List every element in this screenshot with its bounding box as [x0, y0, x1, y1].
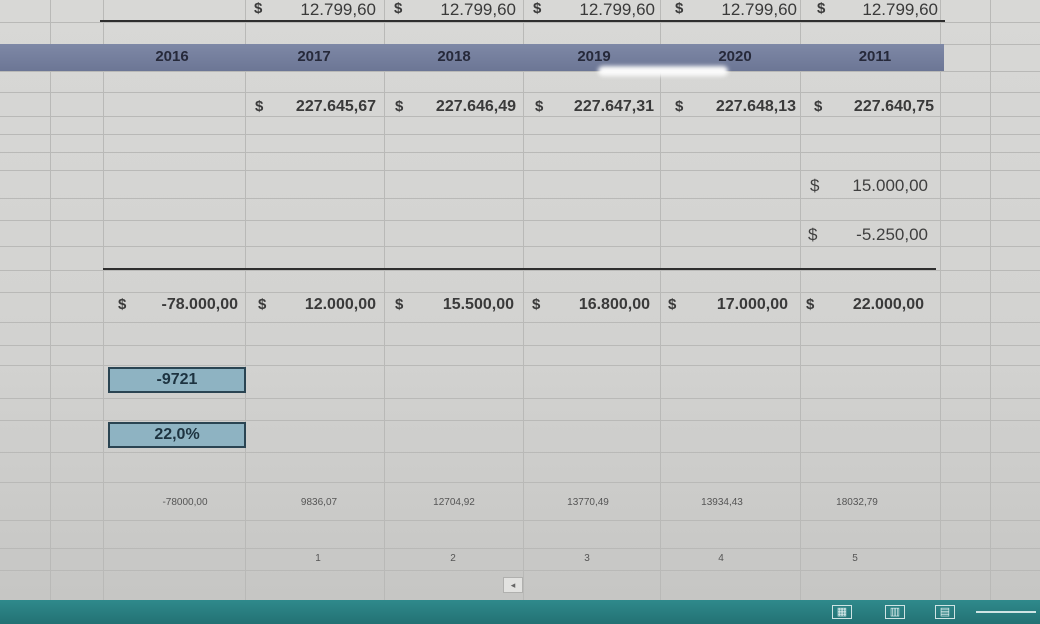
discounted-value[interactable]: 9836,07 [274, 497, 364, 508]
currency-symbol: $ [668, 296, 677, 313]
page-layout-icon[interactable]: ▥ [885, 605, 905, 619]
spreadsheet-grid[interactable]: $ 12.799,60 $ 12.799,60 $ 12.799,60 $ 12… [0, 0, 1040, 600]
cashflow-value[interactable]: 22.000,00 [820, 296, 924, 314]
scroll-left-icon: ◂ [510, 580, 516, 590]
irr-result-cell[interactable]: 22,0% [108, 422, 246, 448]
grid-view-icon[interactable]: ▦ [832, 605, 852, 619]
year-header-2016[interactable]: 2016 [132, 48, 212, 65]
period-number[interactable]: 5 [835, 553, 875, 564]
currency-symbol: $ [394, 0, 403, 17]
discounted-value[interactable]: 13770,49 [543, 497, 633, 508]
period-number[interactable]: 4 [701, 553, 741, 564]
currency-symbol: $ [254, 0, 263, 17]
screen-glare [598, 66, 728, 76]
currency-symbol: $ [395, 296, 404, 313]
year-header-2020[interactable]: 2020 [695, 48, 775, 65]
top-row-value[interactable]: 12.799,60 [268, 0, 376, 20]
cashflow-value[interactable]: 12.000,00 [272, 296, 376, 314]
cashflow-value[interactable]: -78.000,00 [134, 296, 238, 314]
currency-symbol: $ [817, 0, 826, 17]
currency-symbol: $ [675, 98, 684, 115]
currency-symbol: $ [258, 296, 267, 313]
currency-symbol: $ [810, 176, 820, 195]
top-row-value[interactable]: 12.799,60 [408, 0, 516, 20]
total-value[interactable]: 227.645,67 [270, 98, 376, 116]
currency-symbol: $ [675, 0, 684, 17]
year-header-2019[interactable]: 2019 [554, 48, 634, 65]
cashflow-value[interactable]: 17.000,00 [682, 296, 788, 314]
discounted-value[interactable]: 12704,92 [409, 497, 499, 508]
total-value[interactable]: 227.648,13 [688, 98, 796, 116]
total-value[interactable]: 227.640,75 [828, 98, 934, 116]
currency-symbol: $ [532, 296, 541, 313]
top-row-value[interactable]: 12.799,60 [689, 0, 797, 20]
top-row-value[interactable]: 12.799,60 [547, 0, 655, 20]
npv-result-cell[interactable]: -9721 [108, 367, 246, 393]
year-header-2011[interactable]: 2011 [835, 48, 915, 65]
status-bar: ▦ ▥ ▤ [0, 600, 1040, 624]
discounted-value[interactable]: 18032,79 [812, 497, 902, 508]
discounted-value[interactable]: -78000,00 [140, 497, 230, 508]
page-break-icon[interactable]: ▤ [935, 605, 955, 619]
year-header-2018[interactable]: 2018 [414, 48, 494, 65]
discounted-value[interactable]: 13934,43 [677, 497, 767, 508]
period-number[interactable]: 1 [298, 553, 338, 564]
scroll-left-button[interactable]: ◂ [503, 577, 523, 593]
total-value[interactable]: 227.646,49 [408, 98, 516, 116]
cashflow-value[interactable]: 15.500,00 [410, 296, 514, 314]
year-header-2017[interactable]: 2017 [274, 48, 354, 65]
period-number[interactable]: 3 [567, 553, 607, 564]
currency-symbol: $ [806, 296, 815, 313]
currency-symbol: $ [118, 296, 127, 313]
total-value[interactable]: 227.647,31 [548, 98, 654, 116]
currency-symbol: $ [533, 0, 542, 17]
zoom-slider[interactable] [976, 611, 1036, 613]
currency-symbol: $ [395, 98, 404, 115]
top-row-value[interactable]: 12.799,60 [830, 0, 938, 20]
expense-value[interactable]: -5.250,00 [832, 225, 928, 245]
currency-symbol: $ [814, 98, 823, 115]
currency-symbol: $ [808, 225, 818, 244]
currency-symbol: $ [535, 98, 544, 115]
currency-symbol: $ [255, 98, 264, 115]
period-number[interactable]: 2 [433, 553, 473, 564]
cashflow-value[interactable]: 16.800,00 [546, 296, 650, 314]
income-value[interactable]: 15.000,00 [832, 176, 928, 196]
